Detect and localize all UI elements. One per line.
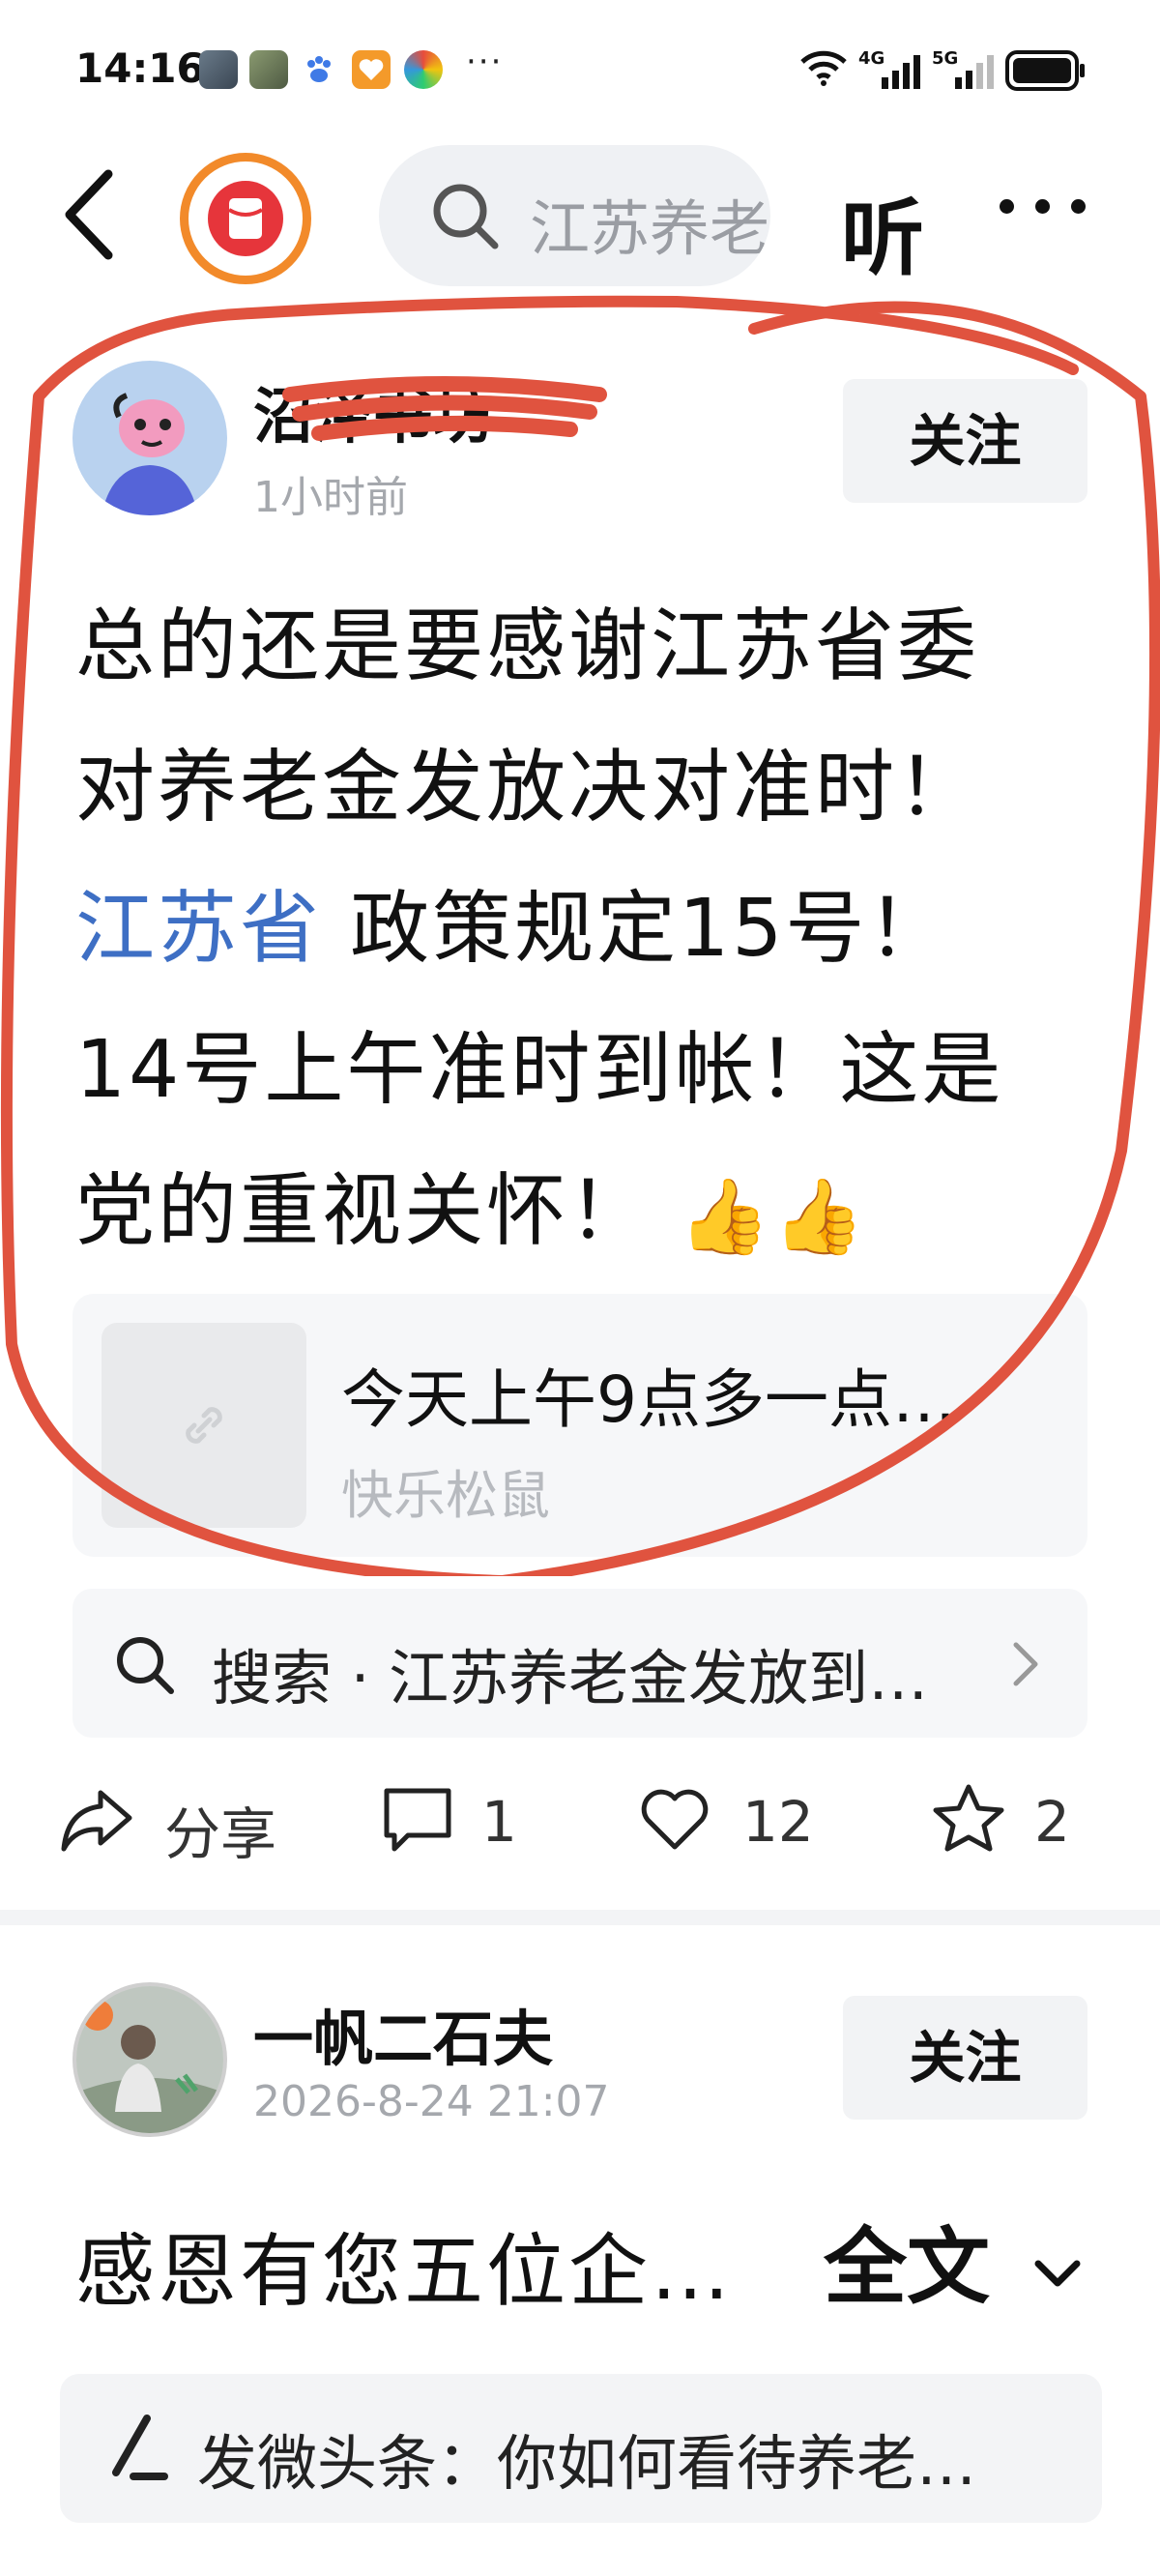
author-name[interactable]: 一帆二石夫 xyxy=(253,1990,553,2077)
signal-icon xyxy=(955,55,994,89)
chevron-right-icon xyxy=(1013,1642,1038,1686)
signal-icon xyxy=(882,55,920,89)
favorite-count: 2 xyxy=(1034,1789,1070,1855)
heart-app-icon xyxy=(352,50,391,89)
comment-button[interactable]: 1 xyxy=(381,1777,574,1864)
wifi-icon xyxy=(800,50,847,86)
post-divider xyxy=(0,1910,1160,1925)
related-search-link[interactable]: 搜索 · 江苏养老金发放到… xyxy=(72,1589,1088,1738)
notification-app-icon xyxy=(199,50,238,89)
red-packet-icon[interactable] xyxy=(180,153,311,284)
compose-post-bar[interactable]: 发微头条：你如何看待养老… xyxy=(60,2374,1102,2523)
search-icon xyxy=(433,184,499,249)
comment-icon xyxy=(384,1788,451,1852)
compose-placeholder: 发微头条：你如何看待养老… xyxy=(197,2428,977,2499)
search-bar[interactable]: 江苏养老金 xyxy=(379,145,770,286)
chevron-down-icon xyxy=(1034,2260,1081,2287)
like-button[interactable]: 12 xyxy=(638,1777,851,1864)
battery-icon xyxy=(1005,50,1085,91)
heart-icon xyxy=(641,1789,709,1850)
red-annotation-circle xyxy=(0,295,1160,1576)
pen-icon xyxy=(112,2415,168,2480)
favorite-button[interactable]: 2 xyxy=(930,1777,1123,1864)
search-query: 江苏养老金 xyxy=(530,193,770,264)
more-notifications-icon: ··· xyxy=(466,43,504,81)
post-preview: 感恩有您五位企… xyxy=(75,2226,734,2318)
baidu-app-icon xyxy=(300,50,338,89)
star-icon xyxy=(933,1784,1004,1852)
share-icon xyxy=(61,1790,132,1852)
comment-count: 1 xyxy=(481,1789,517,1855)
post-time: 2026-8-24 21:07 xyxy=(253,2077,610,2126)
related-search-text: 搜索 · 江苏养老金发放到… xyxy=(212,1643,929,1713)
full-text-label: 全文 xyxy=(824,2219,990,2316)
share-button[interactable]: 分享 xyxy=(58,1777,309,1867)
colorful-app-icon xyxy=(404,50,443,89)
notification-app-icon xyxy=(249,50,288,89)
share-label: 分享 xyxy=(164,1801,277,1867)
back-arrow-icon[interactable] xyxy=(58,166,126,263)
expand-full-text[interactable]: 全文 xyxy=(824,2199,1085,2320)
follow-button[interactable]: 关注 xyxy=(843,1996,1088,2120)
search-icon xyxy=(117,1637,174,1694)
status-time: 14:16 xyxy=(75,44,205,92)
more-icon[interactable] xyxy=(1000,191,1087,220)
like-count: 12 xyxy=(742,1789,814,1855)
listen-button[interactable]: 听 xyxy=(841,170,924,291)
avatar[interactable] xyxy=(72,1982,227,2137)
